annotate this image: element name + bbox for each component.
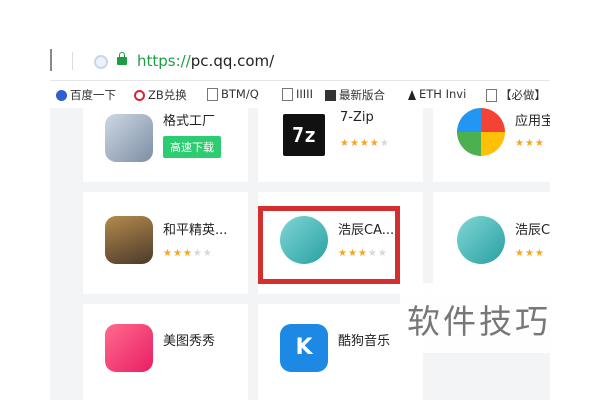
- bookmark-zb[interactable]: ZB兑换: [134, 87, 187, 103]
- bookmark-must-do[interactable]: 【必做】: [486, 87, 546, 103]
- news-icon: [325, 90, 336, 101]
- rating-stars: ★★★: [515, 248, 545, 259]
- toolbar-divider-2: [72, 52, 73, 70]
- url-scheme: https://: [137, 52, 191, 70]
- download-button[interactable]: 高速下载: [163, 136, 221, 158]
- kugou-icon: K: [280, 324, 328, 372]
- 7zip-icon: 7z: [283, 114, 325, 156]
- app-name: 格式工厂: [163, 114, 216, 129]
- page-info-icon[interactable]: [94, 55, 108, 69]
- bookmark-label: IIIII: [296, 87, 313, 101]
- app-card-app-store[interactable]: 应用宝 ★★★: [433, 108, 550, 182]
- zb-icon: [134, 90, 145, 101]
- meitu-icon: [105, 324, 153, 372]
- bookmark-news[interactable]: 最新版合: [325, 87, 385, 103]
- app-name: 和平精英...: [163, 223, 228, 238]
- app-name: 美图秀秀: [163, 334, 216, 349]
- bookmark-label: 百度一下: [70, 88, 116, 102]
- app-card-haochen-cad-2[interactable]: 浩辰C ★★★: [433, 192, 550, 294]
- haochen-cad-icon: [457, 216, 505, 264]
- toolbar-divider: [50, 49, 52, 71]
- bookmark-eth[interactable]: ETH Invi: [408, 87, 466, 101]
- bookmark-btm[interactable]: BTM/Q: [207, 87, 259, 101]
- app-card-kugou[interactable]: K 酷狗音乐: [258, 304, 423, 400]
- yingyongbao-icon: [457, 108, 505, 156]
- format-factory-icon: [105, 114, 153, 162]
- baidu-paw-icon: [56, 90, 67, 101]
- app-card-meitu[interactable]: 美图秀秀: [83, 304, 248, 400]
- watermark-text: 软件技巧: [407, 302, 551, 341]
- bookmark-label: 【必做】: [500, 88, 546, 102]
- url-host: pc.qq.com: [190, 52, 270, 70]
- app-name: 酷狗音乐: [338, 334, 391, 349]
- app-card-peace-elite[interactable]: 和平精英... ★★★★★: [83, 192, 248, 294]
- rating-stars: ★★★: [515, 138, 545, 149]
- address-bar-url[interactable]: https://pc.qq.com/: [137, 52, 274, 70]
- highlight-box: [258, 206, 400, 284]
- rating-stars: ★★★★★: [340, 138, 390, 149]
- url-path: /: [269, 52, 275, 70]
- lock-icon[interactable]: [117, 52, 127, 65]
- bookmark-baidu[interactable]: 百度一下: [56, 87, 116, 103]
- page-icon: [207, 88, 218, 101]
- bookmark-label: ZB兑换: [148, 88, 187, 102]
- peace-elite-icon: [105, 216, 153, 264]
- app-card-7zip[interactable]: 7z 7-Zip ★★★★★: [258, 108, 423, 182]
- page-icon: [486, 89, 497, 102]
- page-icon: [282, 88, 293, 101]
- bookmark-iiiii[interactable]: IIIII: [282, 87, 313, 101]
- bookmark-label: BTM/Q: [221, 87, 259, 101]
- app-name: 应用宝: [515, 114, 550, 129]
- bookmark-label: 最新版合: [339, 88, 385, 102]
- bookmarks-bar: 百度一下 ZB兑换 BTM/Q IIIII 最新版合 ETH Invi 【必做】: [50, 80, 550, 110]
- bookmark-label: ETH Invi: [419, 87, 467, 101]
- app-name: 7-Zip: [340, 110, 374, 125]
- app-card-format-factory[interactable]: 格式工厂 高速下载: [83, 108, 248, 182]
- app-name: 浩辰C: [515, 223, 550, 238]
- rating-stars: ★★★★★: [163, 248, 213, 259]
- eth-icon: [408, 89, 416, 100]
